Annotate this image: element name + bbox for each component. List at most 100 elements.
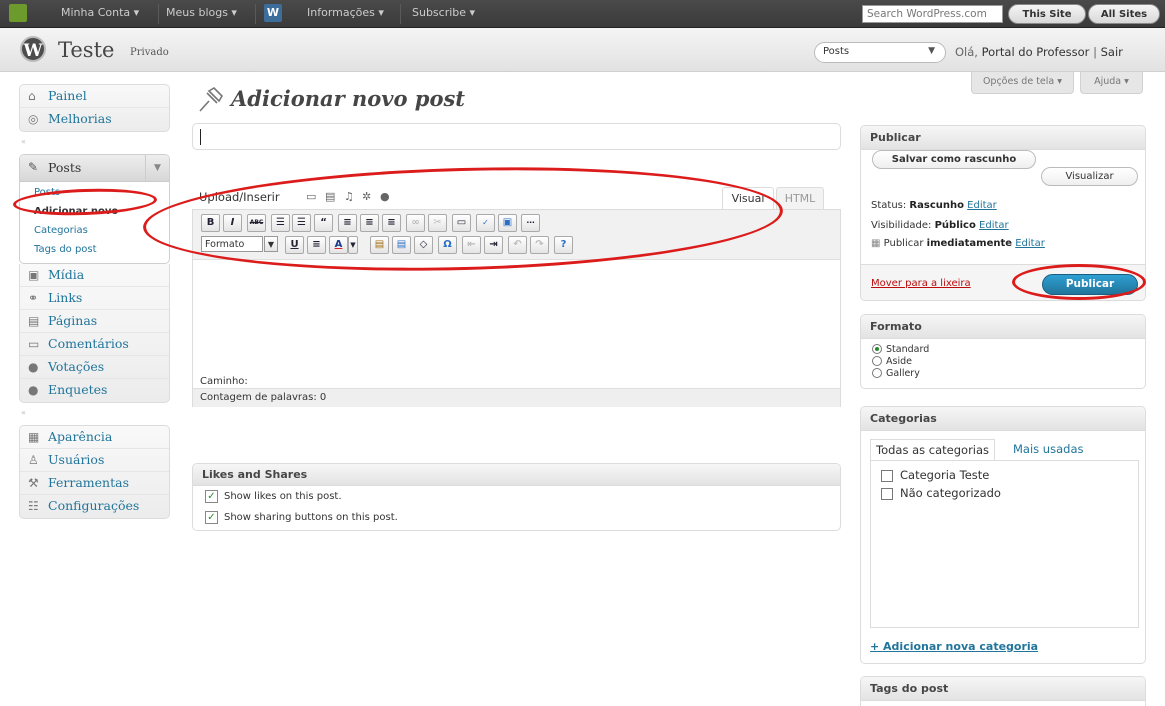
show-sharing-option[interactable]: ✓ Show sharing buttons on this post.	[205, 511, 398, 525]
chevron-down-icon[interactable]: ▼	[264, 236, 278, 252]
category-item[interactable]: Categoria Teste	[881, 468, 989, 482]
spellcheck-button[interactable]: ✓	[476, 214, 495, 232]
favorite-actions-select[interactable]: Posts ▼	[814, 42, 946, 63]
checkbox-icon[interactable]	[881, 470, 893, 482]
category-item[interactable]: Não categorizado	[881, 486, 1001, 500]
site-title[interactable]: Teste	[58, 38, 114, 62]
text-color-button[interactable]: A	[329, 236, 348, 254]
tab-all-categories[interactable]: Todas as categorias	[870, 439, 996, 461]
kitchen-sink-button[interactable]: ⋯	[521, 214, 540, 232]
checkbox-icon[interactable]	[881, 488, 893, 500]
checkbox-checked-icon[interactable]: ✓	[205, 490, 218, 503]
paste-text-button[interactable]: ▤	[370, 236, 389, 254]
sidebar-item-settings[interactable]: ☷ Configurações	[20, 495, 169, 518]
add-video-icon[interactable]: ▤	[325, 191, 337, 202]
submenu-item-add-new[interactable]: Adicionar novo	[20, 203, 169, 222]
tab-visual[interactable]: Visual	[722, 187, 774, 210]
fullscreen-button[interactable]: ▣	[498, 214, 517, 232]
undo-button[interactable]: ↶	[508, 236, 527, 254]
submenu-item-tags[interactable]: Tags do post	[20, 241, 169, 260]
editor-content-area[interactable]	[193, 260, 840, 376]
indent-button[interactable]: ⇥	[484, 236, 503, 254]
redo-button[interactable]: ↷	[530, 236, 549, 254]
underline-button[interactable]: U	[285, 236, 304, 254]
menu-group-content: ▣ Mídia ⚭ Links ▤ Páginas ▭ Comentários …	[19, 264, 170, 403]
submenu-item-categories[interactable]: Categorias	[20, 222, 169, 241]
add-media-icon[interactable]: ✲	[362, 191, 374, 202]
chevron-down-icon[interactable]: ▼	[348, 236, 358, 254]
this-site-button[interactable]: This Site	[1008, 4, 1086, 24]
user-link[interactable]: Portal do Professor	[982, 45, 1090, 59]
show-sharing-label: Show sharing buttons on this post.	[224, 512, 398, 523]
edit-visibility-link[interactable]: Editar	[979, 220, 1009, 231]
sidebar-item-appearance[interactable]: ▦ Aparência	[20, 426, 169, 449]
sidebar-item-upgrades[interactable]: ◎ Melhorias	[20, 108, 169, 131]
help-button[interactable]: ?	[554, 236, 573, 254]
bold-button[interactable]: B	[201, 214, 220, 232]
special-char-button[interactable]: Ω	[438, 236, 457, 254]
tab-html[interactable]: HTML	[776, 187, 824, 210]
add-category-link[interactable]: + Adicionar nova categoria	[870, 640, 1038, 653]
help-tab[interactable]: Ajuda ▾	[1080, 72, 1143, 94]
submenu-item-all-posts[interactable]: Posts	[20, 184, 169, 203]
italic-button[interactable]: I	[223, 214, 242, 232]
bullet-list-button[interactable]: ☰	[271, 214, 290, 232]
numbered-list-button[interactable]: ☰	[292, 214, 311, 232]
align-left-button[interactable]: ≡	[338, 214, 357, 232]
sidebar-item-posts[interactable]: ✎ Posts ▼	[20, 155, 169, 182]
blockquote-button[interactable]: “	[314, 214, 333, 232]
publish-button[interactable]: Publicar	[1042, 274, 1138, 295]
search-input[interactable]: Search WordPress.com	[862, 5, 1003, 23]
sidebar-item-polls[interactable]: ● Votações	[20, 356, 169, 379]
outdent-button[interactable]: ⇤	[462, 236, 481, 254]
remove-format-button[interactable]: ◇	[414, 236, 433, 254]
format-select[interactable]: Formato	[201, 236, 263, 252]
post-title-input[interactable]	[192, 123, 841, 150]
radio-selected-icon[interactable]	[872, 344, 882, 354]
edit-schedule-link[interactable]: Editar	[1015, 238, 1045, 249]
add-image-icon[interactable]: ▭	[306, 191, 318, 202]
save-draft-button[interactable]: Salvar como rascunho	[872, 150, 1036, 169]
preview-button[interactable]: Visualizar	[1041, 167, 1138, 186]
divider	[400, 4, 401, 24]
unlink-button[interactable]: ✂	[428, 214, 447, 232]
show-likes-option[interactable]: ✓ Show likes on this post.	[205, 490, 342, 504]
add-poll-icon[interactable]: ●	[380, 191, 392, 202]
sidebar-item-ratings[interactable]: ● Enquetes	[20, 379, 169, 402]
sidebar-item-users[interactable]: ♙ Usuários	[20, 449, 169, 472]
screen-options-tab[interactable]: Opções de tela ▾	[971, 72, 1074, 94]
radio-icon[interactable]	[872, 356, 882, 366]
format-option-aside[interactable]: Aside	[872, 356, 912, 368]
menu-my-blogs[interactable]: Meus blogs ▾	[166, 6, 237, 19]
add-audio-icon[interactable]: ♫	[344, 191, 356, 202]
sidebar-item-links[interactable]: ⚭ Links	[20, 287, 169, 310]
paste-word-button[interactable]: ▤	[392, 236, 411, 254]
all-sites-button[interactable]: All Sites	[1088, 4, 1160, 24]
format-option-gallery[interactable]: Gallery	[872, 368, 920, 380]
logout-link[interactable]: Sair	[1101, 45, 1123, 59]
justify-button[interactable]: ≡	[307, 236, 326, 254]
link-button[interactable]: ∞	[406, 214, 425, 232]
sidebar-item-dashboard[interactable]: ⌂ Painel	[20, 85, 169, 108]
align-right-button[interactable]: ≡	[382, 214, 401, 232]
menu-info[interactable]: Informações ▾	[307, 6, 384, 19]
strikethrough-button[interactable]: ABC	[247, 214, 266, 232]
sidebar-item-pages[interactable]: ▤ Páginas	[20, 310, 169, 333]
sidebar-item-media[interactable]: ▣ Mídia	[20, 264, 169, 287]
move-to-trash-link[interactable]: Mover para a lixeira	[871, 278, 971, 289]
chevron-down-icon[interactable]: ▼	[145, 155, 169, 181]
menu-my-account[interactable]: Minha Conta ▾	[61, 6, 139, 19]
tab-most-used[interactable]: Mais usadas	[1008, 439, 1088, 461]
checkbox-checked-icon[interactable]: ✓	[205, 511, 218, 524]
edit-status-link[interactable]: Editar	[967, 200, 997, 211]
chevron-down-icon[interactable]: ▼	[928, 46, 935, 56]
sidebar-item-comments[interactable]: ▭ Comentários	[20, 333, 169, 356]
menu-subscribe[interactable]: Subscribe ▾	[412, 6, 475, 19]
format-option-standard[interactable]: Standard	[872, 344, 929, 356]
sidebar-item-tools[interactable]: ⚒ Ferramentas	[20, 472, 169, 495]
radio-icon[interactable]	[872, 368, 882, 378]
more-tag-button[interactable]: ▭	[452, 214, 471, 232]
align-center-button[interactable]: ≡	[360, 214, 379, 232]
wordpress-logo-icon[interactable]: W	[264, 4, 282, 22]
wordpress-com-blavatar-icon[interactable]	[9, 4, 27, 22]
